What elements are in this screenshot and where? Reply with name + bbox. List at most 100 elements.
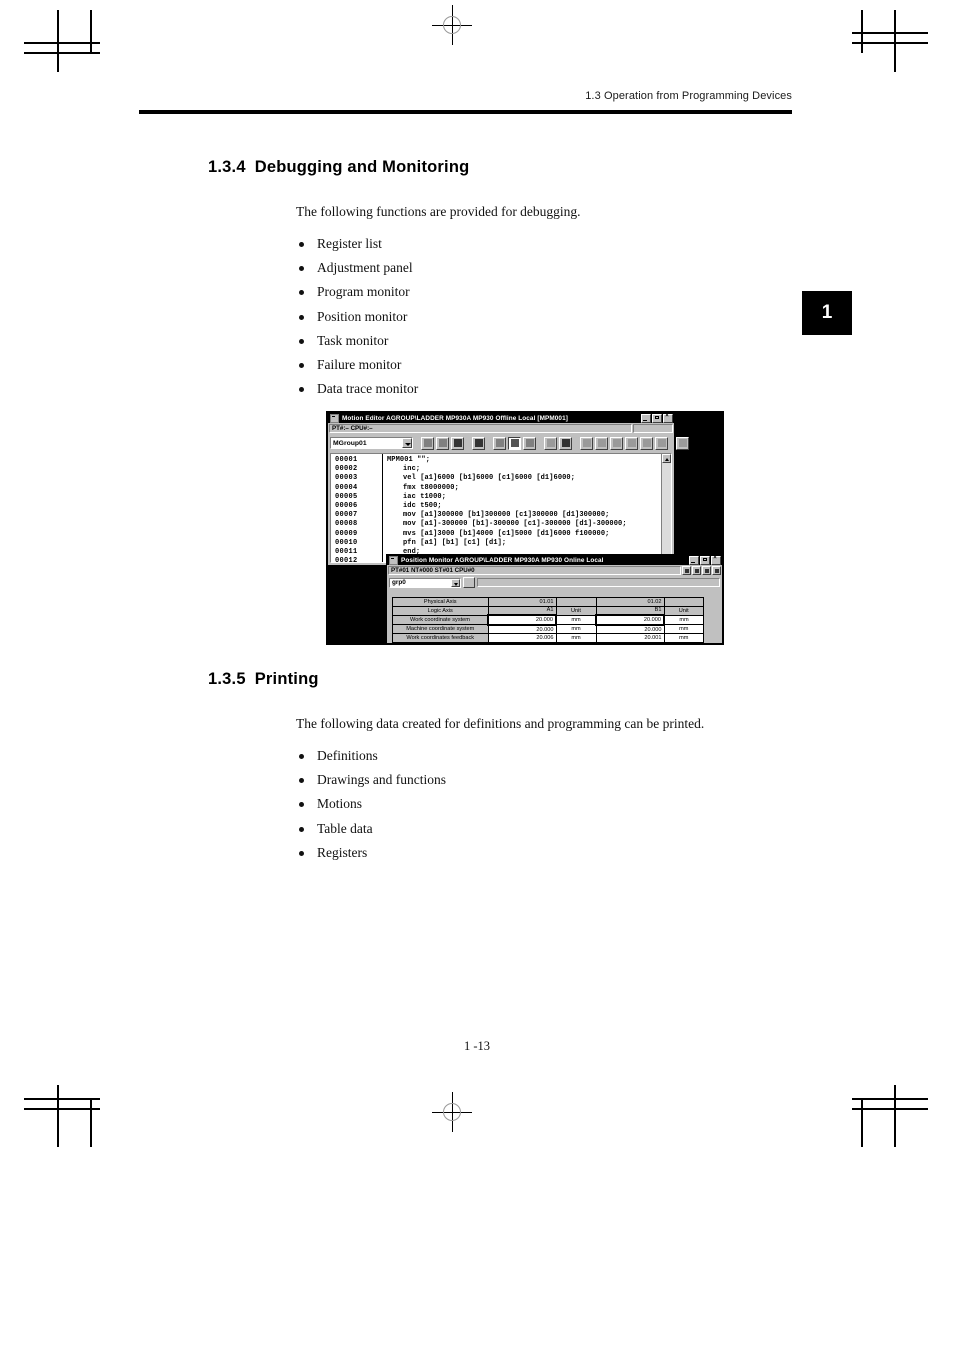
breakpoint-clear-button[interactable] bbox=[640, 436, 653, 450]
close-icon[interactable] bbox=[711, 555, 721, 565]
row-value[interactable]: 20.001 bbox=[595, 633, 665, 643]
breakpoint-set-button[interactable] bbox=[625, 436, 638, 450]
row-value[interactable]: 20.000 bbox=[487, 614, 557, 626]
compile-button[interactable] bbox=[493, 436, 506, 450]
window-controls[interactable] bbox=[689, 555, 721, 565]
window-controls[interactable] bbox=[641, 413, 673, 423]
code-line: fmx t8000000; bbox=[403, 483, 459, 492]
open-file-button[interactable] bbox=[436, 436, 449, 450]
code-line: pfn [a1] [b1] [c1] [d1]; bbox=[403, 538, 507, 547]
line-number: 00002 bbox=[335, 465, 358, 474]
section-134-intro: The following functions are provided for… bbox=[296, 204, 581, 219]
refresh-button[interactable] bbox=[463, 577, 475, 588]
position-monitor-toolbar[interactable]: grp0 bbox=[387, 576, 722, 589]
position-monitor-titlebar[interactable]: Position Monitor AGROUP\LADDER MP930A MP… bbox=[387, 555, 722, 565]
maximize-icon[interactable] bbox=[652, 413, 662, 423]
table-row[interactable]: Work coordinates feedback 20.006 mm 20.0… bbox=[392, 633, 704, 643]
step-out-button[interactable] bbox=[610, 436, 623, 450]
nav-next-icon[interactable] bbox=[702, 566, 711, 575]
code-line: mvs [a1]3000 [b1]4000 [c1]5000 [d1]6000 … bbox=[403, 529, 610, 538]
minimize-icon[interactable] bbox=[641, 413, 651, 423]
maximize-icon[interactable] bbox=[700, 555, 710, 565]
line-number: 00011 bbox=[335, 548, 358, 557]
line-number: 00007 bbox=[335, 511, 358, 520]
chevron-down-icon[interactable] bbox=[402, 438, 412, 448]
nav-button-group[interactable] bbox=[682, 566, 721, 575]
nav-prev-icon[interactable] bbox=[692, 566, 701, 575]
table-row[interactable]: Machine coordinate system 20.000 mm 20.0… bbox=[392, 624, 704, 635]
line-number: 00001 bbox=[335, 456, 358, 464]
motion-editor-statusline: PT#:– CPU#:– bbox=[328, 423, 674, 434]
code-line: vel [a1]6000 [b1]6000 [c1]6000 [d1]6000; bbox=[403, 474, 576, 483]
section-title: Printing bbox=[254, 670, 319, 688]
debug-mode-button[interactable] bbox=[508, 436, 521, 450]
code-line: idc t500; bbox=[403, 502, 442, 511]
row-label: Machine coordinate system bbox=[392, 624, 489, 635]
document-page: 1.3 Operation from Programming Devices 1… bbox=[0, 0, 954, 1351]
stop-close-button[interactable] bbox=[691, 437, 704, 450]
row-value[interactable]: 20.000 bbox=[595, 624, 665, 635]
minimize-icon[interactable] bbox=[689, 555, 699, 565]
line-number: 00005 bbox=[335, 492, 358, 501]
row-unit: mm bbox=[663, 633, 704, 643]
list-item: Program monitor bbox=[299, 280, 418, 304]
monitor-on-button[interactable] bbox=[544, 436, 557, 450]
vertical-scrollbar[interactable] bbox=[661, 454, 671, 562]
table-header-cell: Logic Axis bbox=[392, 605, 489, 616]
line-number: 00006 bbox=[335, 502, 358, 511]
line-run-button[interactable] bbox=[523, 436, 536, 450]
list-item: Drawings and functions bbox=[299, 768, 446, 792]
row-value[interactable]: 20.000 bbox=[595, 614, 665, 626]
row-label: Work coordinate system bbox=[392, 614, 489, 626]
axis-group-combo[interactable]: grp0 bbox=[389, 577, 461, 588]
section-heading-134: 1.3.4 Debugging and Monitoring bbox=[208, 158, 469, 177]
running-head: 1.3 Operation from Programming Devices bbox=[585, 90, 792, 102]
row-unit: mm bbox=[663, 624, 704, 635]
new-file-button[interactable] bbox=[421, 436, 434, 450]
reset-button[interactable] bbox=[655, 436, 668, 450]
line-number: 00008 bbox=[335, 520, 358, 529]
row-value[interactable]: 20.006 bbox=[487, 633, 557, 643]
table-header-cell: B1 bbox=[595, 605, 665, 616]
help-button[interactable] bbox=[676, 436, 689, 450]
motion-editor-window[interactable]: Motion Editor AGROUP\LADDER MP930A MP930… bbox=[327, 412, 689, 566]
group-combo[interactable]: MGroup01 bbox=[330, 437, 413, 449]
table-header-row: Logic Axis A1 Unit B1 Unit bbox=[392, 605, 704, 616]
group-combo-value: MGroup01 bbox=[333, 439, 367, 447]
line-number: 00010 bbox=[335, 538, 358, 547]
monitor-toggle-icon[interactable] bbox=[682, 566, 691, 575]
table-row[interactable]: Work coordinate system 20.000 mm 20.000 … bbox=[392, 614, 704, 626]
close-icon[interactable] bbox=[663, 413, 673, 423]
motion-editor-titlebar[interactable]: Motion Editor AGROUP\LADDER MP930A MP930… bbox=[328, 413, 674, 423]
line-number: 00003 bbox=[335, 474, 358, 483]
pt-nt-st-cpu-field: PT#01 NT#000 ST#01 CPU#0 bbox=[388, 566, 681, 575]
save-file-button[interactable] bbox=[451, 436, 464, 450]
row-value[interactable]: 20.000 bbox=[487, 624, 557, 635]
chevron-down-icon[interactable] bbox=[451, 578, 460, 587]
nav-last-icon[interactable] bbox=[712, 566, 721, 575]
list-item: Register list bbox=[299, 232, 418, 256]
scroll-up-arrow-icon[interactable] bbox=[662, 454, 671, 463]
registration-mark-top bbox=[432, 5, 472, 45]
code-line-selected: mov [a1]300000 [b1]300000 [c1]300000 [d1… bbox=[387, 511, 671, 520]
step-over-button[interactable] bbox=[595, 436, 608, 450]
line-number: 00009 bbox=[335, 529, 358, 538]
toolbar-filler bbox=[477, 578, 720, 587]
system-menu-icon[interactable] bbox=[330, 413, 339, 423]
system-menu-icon[interactable] bbox=[389, 555, 398, 565]
code-line: inc; bbox=[403, 465, 421, 474]
code-text-area[interactable]: MPM001 ""; inc; vel [a1]6000 [b1]6000 [c… bbox=[383, 454, 671, 562]
section-number: 1.3.4 bbox=[208, 158, 246, 176]
table-header-row: Physical Axis 01.01 01.02 bbox=[392, 597, 704, 607]
section-134-bullet-list: Register list Adjustment panel Program m… bbox=[299, 232, 418, 401]
row-unit: mm bbox=[555, 614, 597, 626]
list-item: Registers bbox=[299, 841, 446, 865]
print-button[interactable] bbox=[472, 436, 485, 450]
table-header-cell: Unit bbox=[663, 605, 704, 616]
row-unit: mm bbox=[555, 633, 597, 643]
row-unit: mm bbox=[555, 624, 597, 635]
monitor-off-button[interactable] bbox=[559, 436, 572, 450]
position-monitor-window[interactable]: Position Monitor AGROUP\LADDER MP930A MP… bbox=[386, 554, 723, 644]
step-in-button[interactable] bbox=[580, 436, 593, 450]
motion-editor-toolbar[interactable]: MGroup01 bbox=[328, 434, 689, 452]
